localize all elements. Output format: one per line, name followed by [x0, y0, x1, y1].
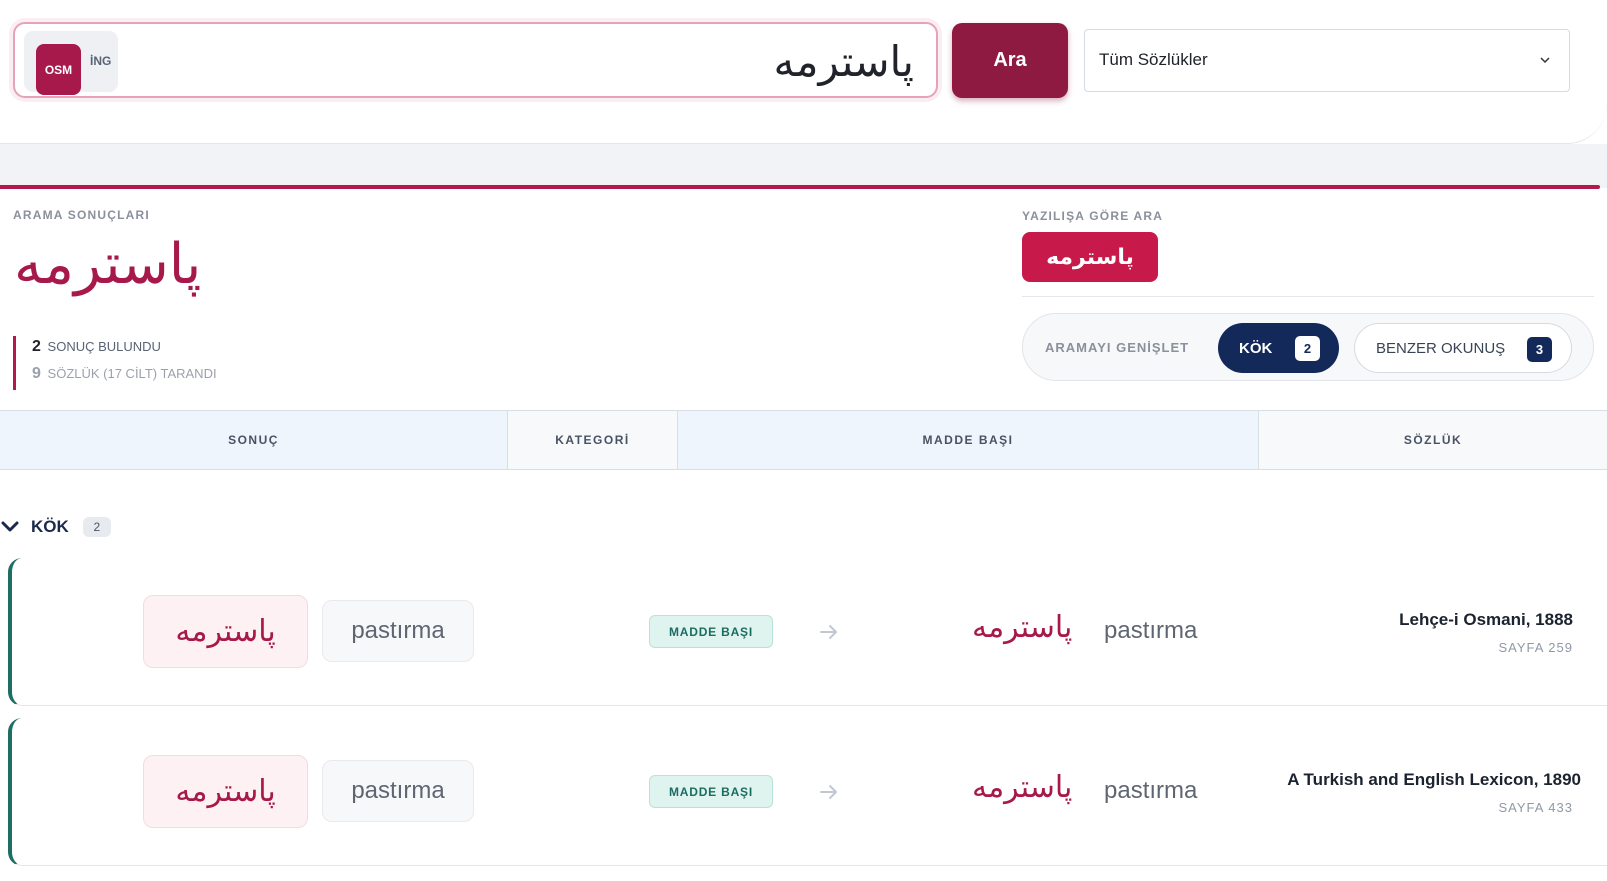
group-count: 2 — [82, 517, 111, 537]
search-header: OSM İNG Ara Tüm Sözlükler — [0, 0, 1607, 144]
column-header-madde-basi[interactable]: MADDE BAŞI — [678, 411, 1259, 469]
accent-divider — [0, 185, 1600, 189]
spelling-search-button[interactable]: پاسترمه — [1022, 232, 1158, 282]
chevron-down-icon — [1540, 57, 1550, 64]
category-badge: MADDE BAŞI — [649, 775, 773, 808]
search-box: OSM İNG — [13, 22, 938, 98]
headword-latin: pastırma — [1104, 617, 1198, 644]
spelling-search-label: YAZILIŞA GÖRE ARA — [1022, 209, 1164, 223]
result-count-line: 2 SONUÇ BULUNDU — [32, 336, 217, 363]
dictionary-page: SAYFA 433 — [1498, 800, 1573, 815]
chevron-down-icon — [1, 521, 19, 532]
group-label: KÖK — [31, 517, 69, 536]
result-count: 2 — [32, 338, 41, 355]
result-count-label: SONUÇ BULUNDU — [47, 339, 161, 354]
dict-count: 9 — [32, 365, 41, 382]
results-section-label: ARAMA SONUÇLARI — [13, 208, 150, 222]
result-term-latin: pastırma — [322, 760, 474, 822]
dictionary-page: SAYFA 259 — [1498, 640, 1573, 655]
lang-osm-button[interactable]: OSM — [36, 44, 81, 95]
column-header-sozluk[interactable]: SÖZLÜK — [1259, 411, 1607, 469]
dict-count-label: SÖZLÜK (17 CİLT) TARANDI — [47, 366, 217, 381]
search-input[interactable] — [214, 32, 914, 90]
lang-ing-button[interactable]: İNG — [90, 54, 111, 68]
expand-chip-kok[interactable]: KÖK 2 — [1218, 323, 1339, 373]
result-row[interactable]: پاسترمه pastırma MADDE BAŞI پاسترمه past… — [8, 718, 1607, 866]
headword-osm: پاسترمه — [972, 610, 1073, 645]
headword-osm: پاسترمه — [972, 770, 1073, 805]
chip-count: 3 — [1527, 337, 1552, 362]
result-term-osm: پاسترمه — [143, 755, 308, 828]
headword-latin: pastırma — [1104, 777, 1198, 804]
results-table-header: SONUÇ KATEGORİ MADDE BAŞI SÖZLÜK — [0, 410, 1607, 470]
results-term: پاسترمه — [14, 232, 202, 297]
dictionary-name[interactable]: Lehçe-i Osmani, 1888 — [1399, 610, 1573, 630]
result-term-osm: پاسترمه — [143, 595, 308, 668]
chip-label: KÖK — [1239, 339, 1273, 357]
group-toggle-kok[interactable]: KÖK 2 — [0, 512, 111, 542]
expand-search-label: ARAMAYI GENİŞLET — [1045, 340, 1190, 355]
column-header-sonuc[interactable]: SONUÇ — [0, 411, 508, 469]
header-spacer — [0, 144, 1607, 188]
chip-label: BENZER OKUNUŞ — [1376, 339, 1506, 357]
divider — [1022, 296, 1594, 297]
result-row[interactable]: پاسترمه pastırma MADDE BAŞI پاسترمه past… — [8, 558, 1607, 706]
dictionary-select[interactable]: Tüm Sözlükler — [1084, 29, 1570, 92]
search-button[interactable]: Ara — [952, 23, 1068, 98]
arrow-right-icon — [820, 625, 837, 639]
dictionary-name[interactable]: A Turkish and English Lexicon, 1890 — [1287, 770, 1581, 790]
results-stats: 2 SONUÇ BULUNDU 9 SÖZLÜK (17 CİLT) TARAN… — [13, 336, 217, 390]
column-header-kategori[interactable]: KATEGORİ — [508, 411, 678, 469]
dict-count-line: 9 SÖZLÜK (17 CİLT) TARANDI — [32, 363, 217, 390]
chip-count: 2 — [1295, 336, 1320, 361]
expand-search-group: ARAMAYI GENİŞLET KÖK 2 BENZER OKUNUŞ 3 — [1022, 313, 1594, 381]
result-term-latin: pastırma — [322, 600, 474, 662]
arrow-right-icon — [820, 785, 837, 799]
category-badge: MADDE BAŞI — [649, 615, 773, 648]
dictionary-select-value: Tüm Sözlükler — [1099, 50, 1208, 69]
language-toggle: OSM İNG — [24, 31, 118, 95]
expand-chip-benzer-okunus[interactable]: BENZER OKUNUŞ 3 — [1354, 323, 1572, 373]
